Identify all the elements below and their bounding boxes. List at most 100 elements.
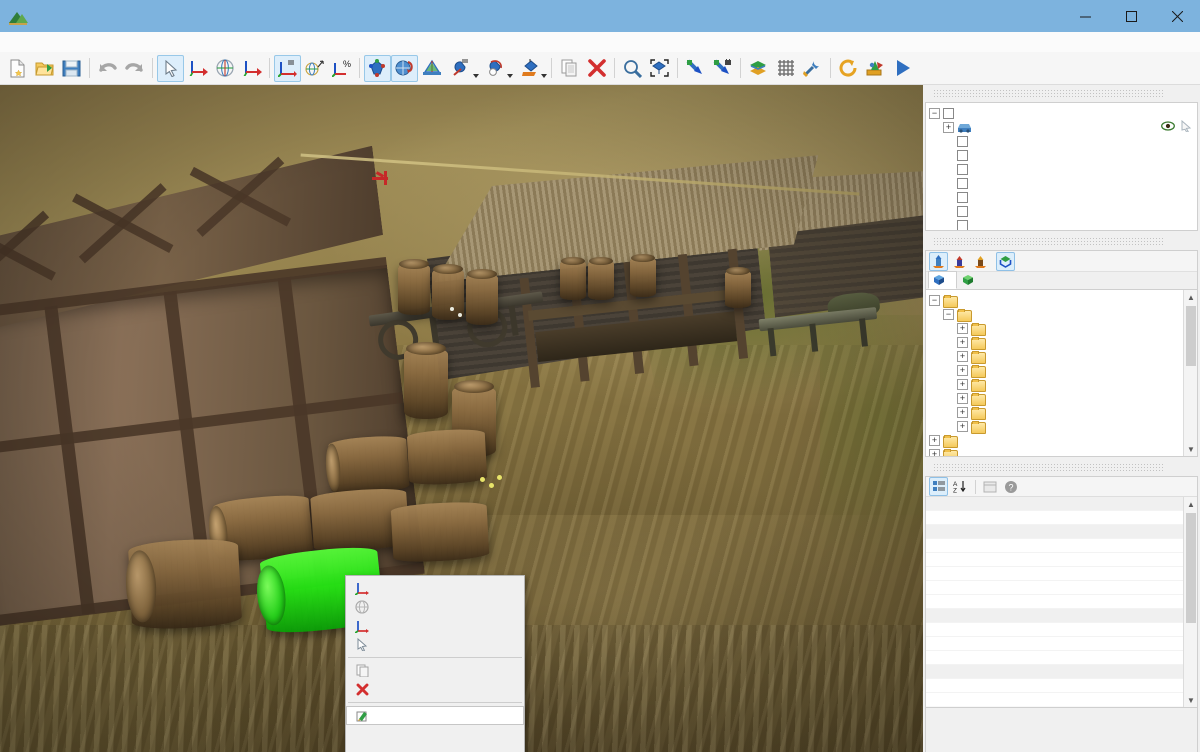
- tree-item-lighting[interactable]: +: [929, 349, 1197, 364]
- context-menu[interactable]: [345, 575, 525, 752]
- scale-gizmo-icon[interactable]: [238, 55, 265, 82]
- rotate-axis-icon[interactable]: [301, 55, 328, 82]
- menu-help[interactable]: [134, 40, 152, 44]
- property-row-rotation[interactable]: [926, 637, 1183, 651]
- expander-icon[interactable]: +: [957, 406, 968, 418]
- tree-item-water-plane[interactable]: +: [929, 419, 1197, 434]
- vertex-snap-icon[interactable]: [364, 54, 391, 82]
- menu-world[interactable]: [62, 40, 80, 44]
- expander-icon[interactable]: +: [957, 364, 968, 376]
- panel-grip[interactable]: [933, 238, 1164, 245]
- context-menu-item-clone[interactable]: [346, 661, 524, 680]
- property-grid[interactable]: ▲ ▼: [926, 497, 1197, 707]
- context-menu-item-delete[interactable]: [346, 680, 524, 699]
- tree-item-base[interactable]: −: [929, 293, 1197, 308]
- tree-item-camera[interactable]: +: [929, 335, 1197, 350]
- property-row-logic-class[interactable]: [926, 553, 1183, 567]
- tree-item-skybox[interactable]: [929, 204, 1197, 218]
- menu-file[interactable]: [8, 40, 26, 44]
- refresh-icon[interactable]: [835, 55, 862, 82]
- property-category-class-dynamic[interactable]: [926, 497, 1183, 511]
- menu-tools[interactable]: [116, 40, 134, 44]
- place-object-icon[interactable]: [929, 251, 948, 271]
- property-row-auto-vertical-alignment[interactable]: [926, 679, 1183, 693]
- preview-object-icon[interactable]: [996, 251, 1015, 271]
- context-menu-item-move[interactable]: [346, 578, 524, 597]
- expander-icon[interactable]: −: [929, 107, 940, 119]
- expander-icon[interactable]: +: [943, 121, 954, 133]
- tree-item-map[interactable]: −: [929, 106, 1197, 120]
- property-row-healthfactor[interactable]: [926, 511, 1183, 525]
- expander-icon[interactable]: +: [957, 336, 968, 348]
- property-row-position[interactable]: [926, 623, 1183, 637]
- zoom-magnifier-icon[interactable]: [619, 55, 646, 82]
- expander-icon[interactable]: +: [957, 420, 968, 432]
- context-menu-item-properties[interactable]: [346, 744, 524, 752]
- open-folder-icon[interactable]: [31, 55, 58, 82]
- property-row-tags[interactable]: [926, 581, 1183, 595]
- scale-percent-icon[interactable]: %: [328, 55, 355, 82]
- tree-item-terrain[interactable]: +: [929, 405, 1197, 420]
- paint-object-icon[interactable]: [445, 55, 479, 82]
- tree-item-types[interactable]: −: [929, 307, 1197, 322]
- checkbox[interactable]: [957, 191, 968, 203]
- move-axis-icon[interactable]: [274, 54, 301, 82]
- context-menu-item-show-in-objects[interactable]: [346, 725, 524, 744]
- tree-item-types-root[interactable]: +: [929, 447, 1197, 456]
- pin-icon[interactable]: [1170, 460, 1185, 475]
- fill-dropdown-icon[interactable]: [513, 55, 547, 82]
- expander-icon[interactable]: +: [929, 448, 940, 456]
- tab-object[interactable]: [928, 271, 957, 289]
- pointer-icon[interactable]: [1181, 119, 1192, 135]
- move-gizmo-icon[interactable]: [184, 55, 211, 82]
- tree-item-maps[interactable]: +: [929, 433, 1197, 448]
- delete-x-icon[interactable]: [583, 55, 610, 82]
- checkbox[interactable]: [957, 205, 968, 217]
- grid-icon[interactable]: [772, 55, 799, 82]
- property-pages-icon[interactable]: [980, 477, 999, 496]
- close-button[interactable]: [1154, 0, 1200, 32]
- scroll-down-icon[interactable]: ▼: [1184, 693, 1197, 707]
- menu-edit[interactable]: [26, 40, 44, 44]
- object-creation-scrollbar[interactable]: ▲ ▼: [1183, 290, 1197, 456]
- tree-item-lensflaremanager[interactable]: [929, 176, 1197, 190]
- 3d-viewport[interactable]: [0, 85, 923, 752]
- copy-pages-icon[interactable]: [556, 55, 583, 82]
- close-icon[interactable]: [1185, 460, 1200, 475]
- checkbox[interactable]: [943, 107, 954, 119]
- tree-item-root-layer[interactable]: +: [929, 119, 1197, 135]
- save-disk-icon[interactable]: [58, 55, 85, 82]
- property-row-type[interactable]: [926, 595, 1183, 609]
- undo-arrow-icon[interactable]: [94, 55, 121, 82]
- alphabetical-icon[interactable]: AZ: [950, 477, 969, 496]
- expander-icon[interactable]: +: [957, 378, 968, 390]
- property-category-map-editor[interactable]: [926, 665, 1183, 679]
- menu-view[interactable]: [44, 40, 62, 44]
- build-icon[interactable]: [862, 55, 889, 82]
- eye-icon[interactable]: [1161, 120, 1175, 134]
- place-object-alt-icon[interactable]: [950, 252, 969, 271]
- close-icon[interactable]: [1185, 234, 1200, 249]
- scroll-down-icon[interactable]: ▼: [1184, 442, 1197, 456]
- place-object-alt2-icon[interactable]: [971, 252, 990, 271]
- drop-lock-icon[interactable]: [709, 55, 736, 82]
- panel-grip[interactable]: [933, 464, 1164, 471]
- redo-arrow-icon[interactable]: [121, 55, 148, 82]
- expander-icon[interactable]: +: [929, 434, 940, 446]
- minimize-button[interactable]: [1062, 0, 1108, 32]
- checkbox[interactable]: [957, 177, 968, 189]
- property-row-layer[interactable]: [926, 693, 1183, 707]
- context-menu-item-rotate[interactable]: [346, 597, 524, 616]
- checkbox[interactable]: [957, 163, 968, 175]
- settings-wrench-icon[interactable]: [799, 55, 826, 82]
- property-row-components[interactable]: [926, 539, 1183, 553]
- scroll-up-icon[interactable]: ▲: [1184, 290, 1197, 304]
- context-menu-item-scale[interactable]: [346, 616, 524, 635]
- property-grid-scrollbar[interactable]: ▲ ▼: [1183, 497, 1197, 707]
- categorized-icon[interactable]: [929, 477, 948, 496]
- expander-icon[interactable]: +: [957, 392, 968, 404]
- context-menu-item-select[interactable]: [346, 635, 524, 654]
- panel-grip[interactable]: [933, 90, 1164, 97]
- maximize-button[interactable]: [1108, 0, 1154, 32]
- property-category-class-entity[interactable]: [926, 525, 1183, 539]
